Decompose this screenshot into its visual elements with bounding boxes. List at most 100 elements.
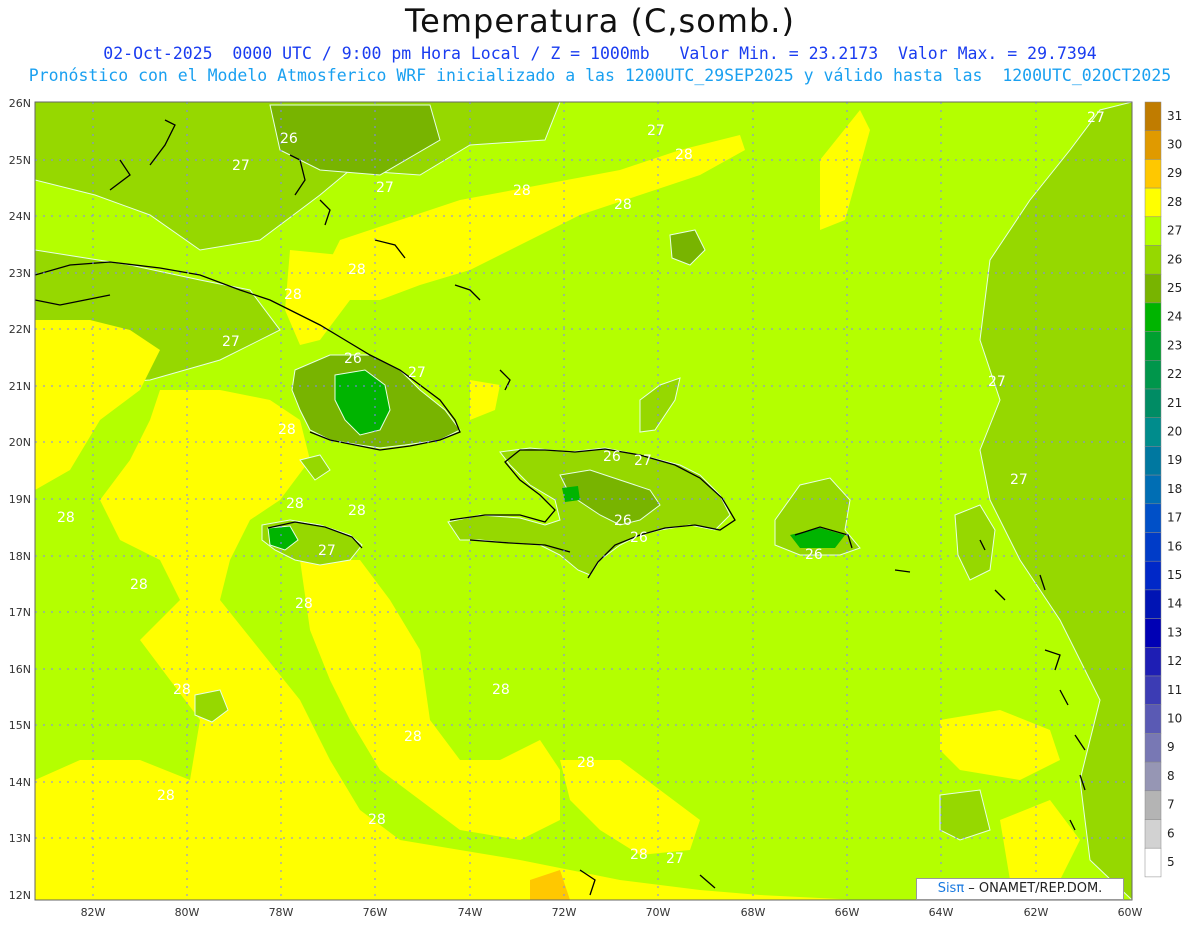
colorbar-swatch [1144, 847, 1162, 878]
sispi-logo: Sisπ [937, 881, 965, 896]
colorbar-label: 23 [1167, 338, 1182, 352]
contour-label: 28 [368, 812, 386, 828]
latitude-axis: 26N 25N 24N 23N 22N 21N 20N 19N 18N 17N … [9, 97, 31, 902]
map-field: 26 27 27 28 28 27 28 27 28 28 27 26 27 2… [35, 102, 1132, 900]
colorbar-label: 20 [1167, 424, 1182, 438]
colorbar-label: 24 [1167, 310, 1182, 324]
colorbar-swatch [1144, 675, 1162, 705]
colorbar: 31 30 29 28 27 26 25 24 23 22 21 20 19 18 17 16 15 14 13 12… [1144, 101, 1182, 878]
colorbar-swatch [1144, 302, 1162, 332]
colorbar-label: 13 [1167, 625, 1182, 639]
colorbar-label: 5 [1167, 855, 1175, 869]
forecast-time-info: 02-Oct-2025 0000 UTC / 9:00 pm Hora Loca… [103, 44, 1097, 63]
colorbar-swatch [1144, 532, 1162, 562]
contour-label: 27 [1010, 472, 1028, 488]
colorbar-label: 21 [1167, 396, 1182, 410]
colorbar-swatch [1144, 187, 1162, 218]
contour-label: 28 [404, 729, 422, 745]
colorbar-swatch [1144, 245, 1162, 275]
contour-label: 28 [577, 755, 595, 771]
colorbar-label: 6 [1167, 826, 1175, 840]
lat-label: 19N [9, 493, 31, 506]
lat-label: 22N [9, 323, 31, 336]
lat-label: 25N [9, 154, 31, 167]
colorbar-swatch [1144, 388, 1162, 418]
contour-label: 27 [666, 851, 684, 867]
contour-label: 26 [344, 351, 362, 367]
lon-label: 66W [835, 906, 860, 919]
contour-label: 28 [130, 577, 148, 593]
model-run-info: Pronóstico con el Modelo Atmosferico WRF… [28, 66, 1172, 85]
contour-label: 28 [492, 682, 510, 698]
lon-label: 72W [552, 906, 577, 919]
colorbar-swatch [1144, 618, 1162, 648]
colorbar-swatch [1144, 417, 1162, 447]
longitude-axis: 82W 80W 78W 76W 74W 72W 70W 68W 66W 64W … [81, 906, 1143, 919]
contour-label: 27 [647, 123, 665, 139]
colorbar-label: 18 [1167, 482, 1182, 496]
contour-label: 27 [318, 543, 336, 559]
colorbar-label: 30 [1167, 137, 1182, 151]
colorbar-label: 25 [1167, 281, 1182, 295]
lat-label: 16N [9, 663, 31, 676]
contour-label: 28 [284, 287, 302, 303]
colorbar-swatch [1144, 704, 1162, 734]
colorbar-label: 15 [1167, 568, 1182, 582]
colorbar-swatch [1144, 819, 1162, 849]
colorbar-swatch [1144, 474, 1162, 505]
contour-label: 28 [513, 183, 531, 199]
colorbar-label: 10 [1167, 711, 1182, 725]
credit-text: – ONAMET/REP.DOM. [964, 881, 1103, 896]
contour-label: 26 [280, 131, 298, 147]
contour-label: 28 [57, 510, 75, 526]
colorbar-swatch [1144, 647, 1162, 677]
colorbar-swatch [1144, 130, 1162, 160]
contour-label: 28 [614, 197, 632, 213]
lon-label: 80W [175, 906, 200, 919]
colorbar-label: 14 [1167, 597, 1182, 611]
colorbar-swatch [1144, 761, 1162, 792]
contour-label: 27 [376, 180, 394, 196]
credit-box: Sisπ – ONAMET/REP.DOM. [916, 878, 1124, 900]
lon-label: 68W [741, 906, 766, 919]
contour-label: 28 [173, 682, 191, 698]
colorbar-label: 9 [1167, 740, 1175, 754]
contour-label: 28 [675, 147, 693, 163]
colorbar-label: 27 [1167, 224, 1182, 238]
contour-label: 28 [157, 788, 175, 804]
lat-label: 23N [9, 267, 31, 280]
colorbar-swatch [1144, 101, 1162, 131]
colorbar-swatch [1144, 790, 1162, 820]
colorbar-label: 11 [1167, 683, 1182, 697]
lat-label: 13N [9, 832, 31, 845]
colorbar-swatch [1144, 560, 1162, 591]
lon-label: 76W [363, 906, 388, 919]
colorbar-swatch [1144, 159, 1162, 189]
contour-label: 28 [278, 422, 296, 438]
lat-label: 20N [9, 436, 31, 449]
lat-label: 21N [9, 380, 31, 393]
contour-label: 26 [603, 449, 621, 465]
colorbar-swatch [1144, 589, 1162, 619]
hispaniola-peak [562, 486, 580, 502]
colorbar-label: 19 [1167, 453, 1182, 467]
lat-label: 18N [9, 550, 31, 563]
lat-label: 17N [9, 606, 31, 619]
contour-label: 28 [630, 847, 648, 863]
colorbar-swatch [1144, 733, 1162, 763]
lon-label: 62W [1024, 906, 1049, 919]
lon-label: 78W [269, 906, 294, 919]
lon-label: 74W [458, 906, 483, 919]
lat-label: 14N [9, 776, 31, 789]
lon-label: 70W [646, 906, 671, 919]
contour-label: 26 [614, 513, 632, 529]
contour-label: 27 [1087, 110, 1105, 126]
map-title: Temperatura (C,somb.) [405, 2, 795, 40]
lon-label: 82W [81, 906, 106, 919]
contour-label: 26 [630, 530, 648, 546]
contour-label: 27 [232, 158, 250, 174]
colorbar-label: 28 [1167, 195, 1182, 209]
contour-label: 27 [634, 453, 652, 469]
colorbar-label: 26 [1167, 252, 1182, 266]
lon-label: 64W [929, 906, 954, 919]
